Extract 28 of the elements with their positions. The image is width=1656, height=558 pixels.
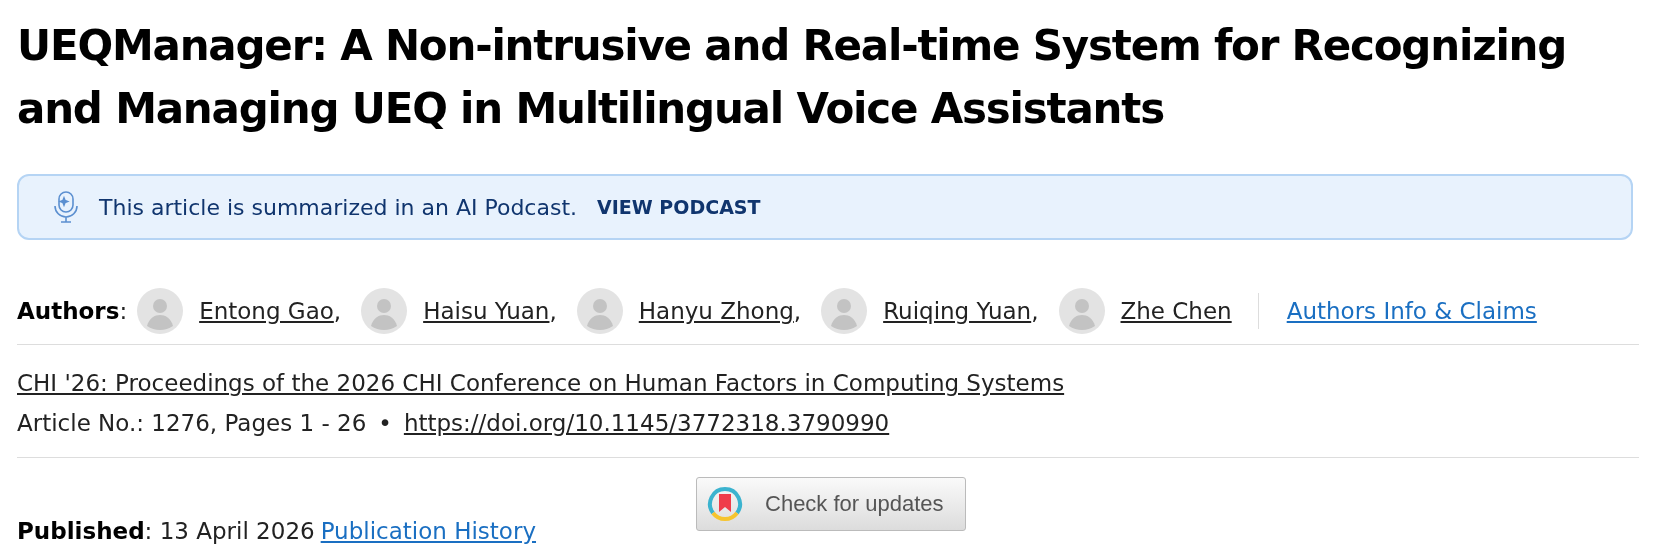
avatar-icon xyxy=(1058,288,1105,334)
bullet: • xyxy=(378,410,392,436)
avatar-icon xyxy=(361,288,408,334)
avatar-icon xyxy=(821,288,868,334)
authors-info-link[interactable]: Authors Info & Claims xyxy=(1286,298,1537,324)
article-number: Article No.: 1276, Pages 1 - 26 xyxy=(17,410,367,436)
publication-history-link[interactable]: Publication History xyxy=(320,518,536,544)
comma: , xyxy=(333,298,342,324)
authors-label: Authors: xyxy=(17,298,128,324)
microphone-icon xyxy=(53,190,79,224)
comma: , xyxy=(1031,298,1039,324)
comma: , xyxy=(549,298,557,324)
published-date: Published: 13 April 2026 xyxy=(17,518,315,544)
avatar-icon xyxy=(137,288,184,334)
author-link[interactable]: Hanyu Zhong xyxy=(638,298,794,324)
author-link[interactable]: Entong Gao xyxy=(199,298,334,324)
author-link[interactable]: Zhe Chen xyxy=(1120,298,1232,324)
proceedings-link[interactable]: CHI '26: Proceedings of the 2026 CHI Conference on Human Factors in Computing Systems xyxy=(17,370,1065,396)
author-link[interactable]: Ruiqing Yuan xyxy=(883,298,1032,324)
bookmark-ring-icon xyxy=(707,486,743,522)
view-podcast-link[interactable]: VIEW PODCAST xyxy=(597,196,761,218)
comma: , xyxy=(793,298,802,324)
check-for-updates-button[interactable]: Check for updates xyxy=(696,477,966,531)
doi-link[interactable]: https://doi.org/10.1145/3772318.3790990 xyxy=(403,410,890,436)
podcast-notice: This article is summarized in an AI Podcast. xyxy=(99,194,578,220)
avatar-icon xyxy=(576,288,623,334)
article-title: UEQManager: A Non-intrusive and Real-time System for Recognizing and Managing UEQ in Multilingual Voice Assistants xyxy=(17,20,1568,135)
author-link[interactable]: Haisu Yuan xyxy=(423,298,550,324)
